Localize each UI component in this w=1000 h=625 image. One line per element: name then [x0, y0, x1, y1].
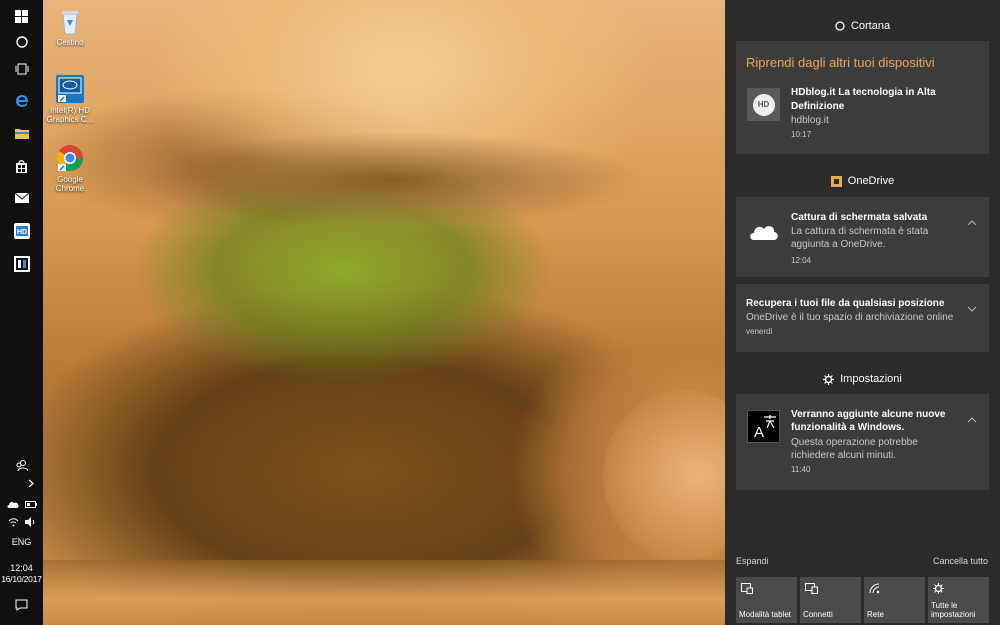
group-title: Impostazioni	[840, 373, 902, 385]
volume-icon[interactable]	[24, 517, 36, 527]
onedrive-tray-icon[interactable]	[7, 500, 19, 508]
onedrive-recover-notification[interactable]: Recupera i tuoi file da qualsiasi posizi…	[736, 284, 989, 352]
store-bag-icon	[16, 160, 27, 173]
notification-time: 10:17	[791, 130, 812, 139]
taskbar: HD ENG 12:04 16/10/2017	[0, 0, 43, 625]
tray-row-1	[0, 496, 43, 512]
hdblog-app-icon: HD	[13, 223, 30, 239]
clock-time[interactable]: 12:04	[0, 562, 43, 573]
notification-title: HDblog.it La tecnologia in Alta Definizi…	[791, 87, 936, 112]
svg-text:A: A	[754, 424, 764, 441]
task-view-icon	[15, 63, 28, 75]
chrome-icon	[55, 143, 85, 173]
notification-body: OneDrive è il tuo spazio di archiviazion…	[746, 312, 954, 323]
battery-icon[interactable]	[24, 500, 37, 508]
quick-action-connect[interactable]: Connetti	[800, 577, 861, 623]
desktop-icon-label: Intel(R) HD Graphics C...	[46, 106, 94, 124]
chevron-up-icon[interactable]	[967, 415, 977, 425]
desktop-icon-recycle-bin[interactable]: Cestino	[43, 6, 97, 47]
hdblog-notification-icon: HD	[747, 88, 780, 121]
quick-action-all-settings[interactable]: Tutte le impostazioni	[928, 577, 989, 623]
desktop-icon-label: Cestino	[56, 38, 84, 47]
show-hidden-icons-button[interactable]	[0, 472, 43, 494]
quick-action-label: Rete	[867, 610, 884, 619]
svg-text:HD: HD	[16, 229, 26, 236]
cortana-group-header: Cortana	[725, 19, 1000, 33]
notification-speech-icon	[15, 599, 28, 611]
taskbar-hdblog-button[interactable]: HD	[0, 215, 43, 247]
folder-icon	[14, 129, 29, 139]
taskbar-hwinfo-button[interactable]	[0, 248, 43, 280]
action-center-button[interactable]	[0, 589, 43, 621]
wave-base	[43, 560, 725, 625]
desktop-icon-label: Google Chrome	[55, 175, 85, 193]
settings-group-header: Impostazioni	[725, 372, 1000, 386]
hwinfo-app-icon	[13, 256, 30, 272]
notification-time: 12:04	[791, 256, 812, 265]
notification-body: Questa operazione potrebbe richiedere al…	[791, 437, 918, 461]
onedrive-app-icon	[830, 175, 842, 187]
cortana-circle-icon	[15, 36, 28, 48]
chevron-right-icon	[28, 479, 34, 487]
taskbar-store-button[interactable]	[0, 150, 43, 182]
cortana-card-heading: Riprendi dagli altri tuoi dispositivi	[746, 55, 935, 70]
action-center-panel: Cortana Riprendi dagli altri tuoi dispos…	[725, 0, 1000, 625]
quick-actions: Modalità tablet Connetti Rete Tutte le i…	[736, 577, 989, 623]
taskbar-mail-button[interactable]	[0, 182, 43, 214]
edge-icon	[15, 95, 28, 107]
windows-logo-icon	[15, 9, 28, 23]
desktop-icon-intel-graphics[interactable]: Intel(R) HD Graphics C...	[43, 74, 97, 124]
group-title: OneDrive	[847, 175, 895, 187]
settings-gear-icon	[933, 583, 944, 594]
wave-lip	[83, 120, 703, 240]
group-title: Cortana	[850, 20, 891, 32]
wifi-icon[interactable]	[8, 517, 19, 527]
expand-link[interactable]: Espandi	[736, 556, 769, 566]
quick-action-label: Tutte le impostazioni	[931, 601, 976, 619]
cortana-circle-icon	[835, 21, 845, 31]
notification-title: Recupera i tuoi file da qualsiasi posizi…	[746, 298, 945, 309]
quick-action-label: Connetti	[803, 610, 833, 619]
quick-action-network[interactable]: Rete	[864, 577, 925, 623]
language-features-icon: A	[747, 410, 780, 443]
notification-source: hdblog.it	[791, 115, 829, 126]
input-language-indicator[interactable]: ENG	[0, 535, 43, 549]
chevron-down-icon[interactable]	[967, 304, 977, 314]
tablet-mode-icon	[741, 583, 753, 594]
taskbar-edge-button[interactable]	[0, 85, 43, 117]
taskbar-file-explorer-button[interactable]	[0, 117, 43, 149]
cortana-resume-card[interactable]: Riprendi dagli altri tuoi dispositivi HD…	[736, 41, 989, 154]
wave-tube	[603, 390, 725, 560]
mail-envelope-icon	[14, 193, 29, 203]
notification-time: venerdì	[746, 327, 773, 336]
cloud-icon	[750, 226, 778, 240]
recycle-bin-icon	[55, 6, 85, 36]
hdblog-icon-text: HD	[757, 100, 770, 109]
tray-row-2	[0, 514, 43, 530]
chevron-up-icon[interactable]	[967, 218, 977, 228]
desktop-wallpaper	[43, 0, 725, 625]
clear-all-link[interactable]: Cancella tutto	[933, 556, 988, 566]
onedrive-group-header: OneDrive	[725, 174, 1000, 188]
onedrive-screenshot-notification[interactable]: Cattura di schermata salvata La cattura …	[736, 197, 989, 277]
notification-body: La cattura di schermata è stata aggiunta…	[791, 226, 929, 250]
intel-graphics-icon	[55, 74, 85, 104]
gear-icon	[823, 373, 835, 385]
quick-action-label: Modalità tablet	[739, 610, 792, 619]
notification-title: Cattura di schermata salvata	[791, 212, 928, 223]
notification-title: Verranno aggiunte alcune nuove funzional…	[791, 409, 946, 433]
network-icon	[869, 583, 880, 594]
clock-date[interactable]: 16/10/2017	[0, 573, 43, 584]
task-view-button[interactable]	[0, 53, 43, 85]
notification-time: 11:40	[791, 465, 811, 474]
windows-update-notification[interactable]: A Verranno aggiunte alcune nuove funzion…	[736, 394, 989, 490]
quick-action-tablet-mode[interactable]: Modalità tablet	[736, 577, 797, 623]
desktop-icon-google-chrome[interactable]: Google Chrome	[43, 143, 97, 193]
people-icon	[16, 459, 28, 471]
connect-icon	[805, 583, 818, 594]
